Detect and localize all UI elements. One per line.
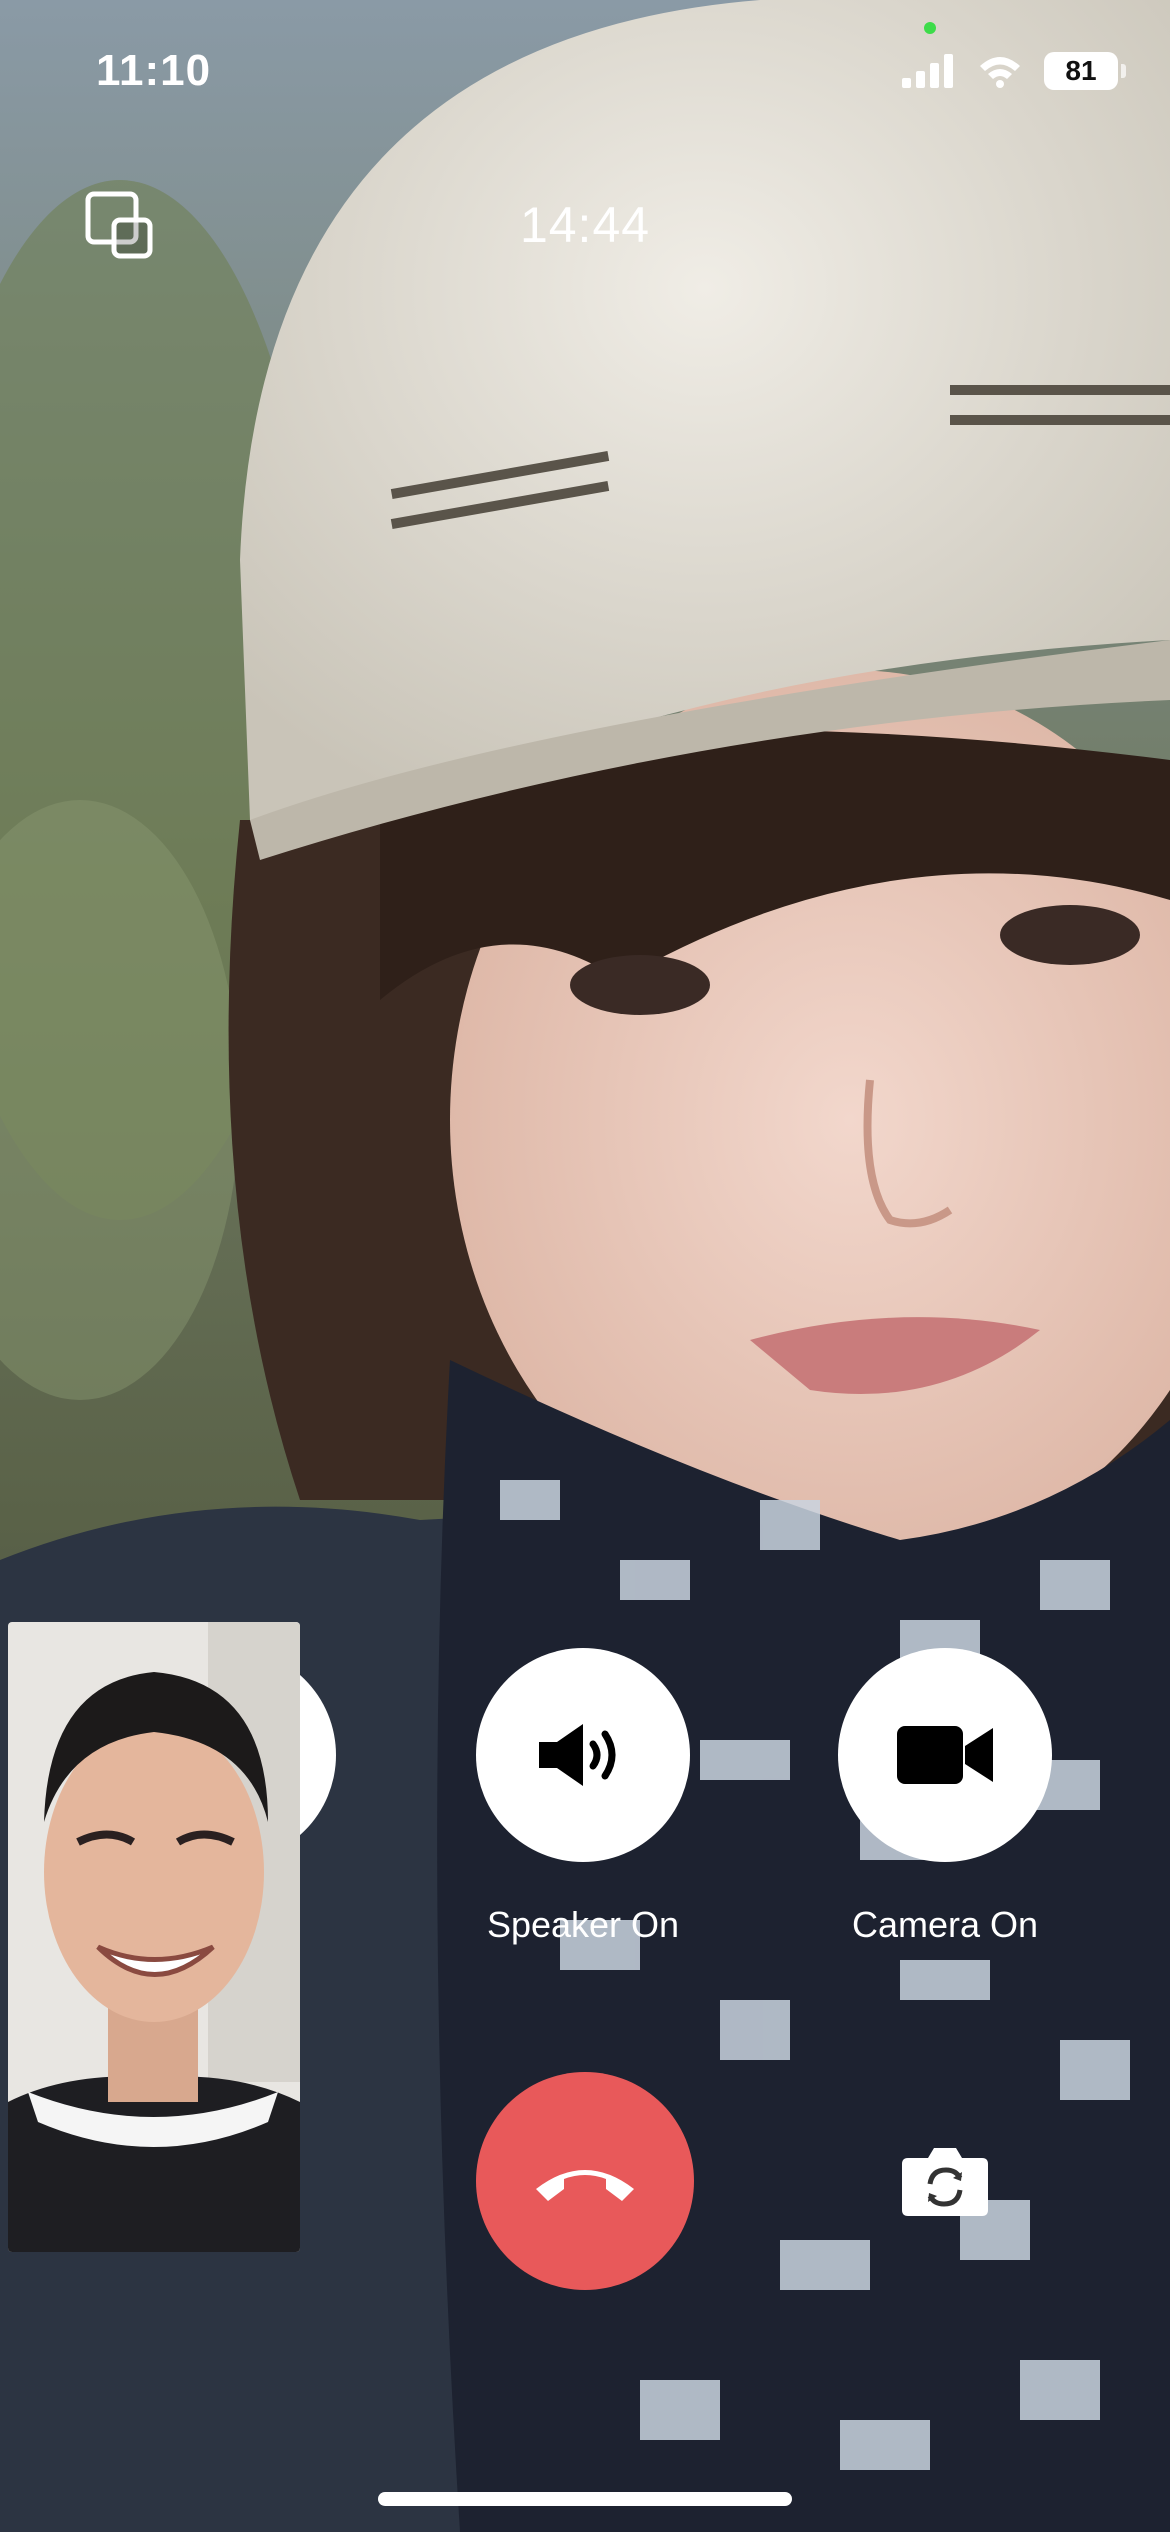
camera-button[interactable] [838,1648,1052,1862]
self-view-video[interactable] [8,1622,300,2252]
speaker-label: Speaker On [486,1904,680,1945]
self-view-image [8,1622,300,2252]
speaker-button[interactable] [476,1648,690,1862]
camera-in-use-indicator [924,22,936,34]
partial-control-button[interactable] [300,1648,336,1862]
home-indicator[interactable] [378,2492,792,2506]
phone-hangup-icon [536,2170,634,2201]
video-camera-icon [897,1726,993,1784]
camera-flip-icon[interactable] [900,2144,990,2218]
battery-icon: 81 [1044,52,1126,90]
wifi-icon [980,57,1020,88]
cellular-signal-icon [902,54,953,88]
camera-label: Camera On [851,1904,1039,1945]
call-duration: 14:44 [519,197,651,253]
speaker-icon [539,1724,616,1786]
status-icons: 81 [902,52,1126,90]
status-time: 11:10 [96,46,212,95]
end-call-button[interactable] [476,2072,694,2290]
